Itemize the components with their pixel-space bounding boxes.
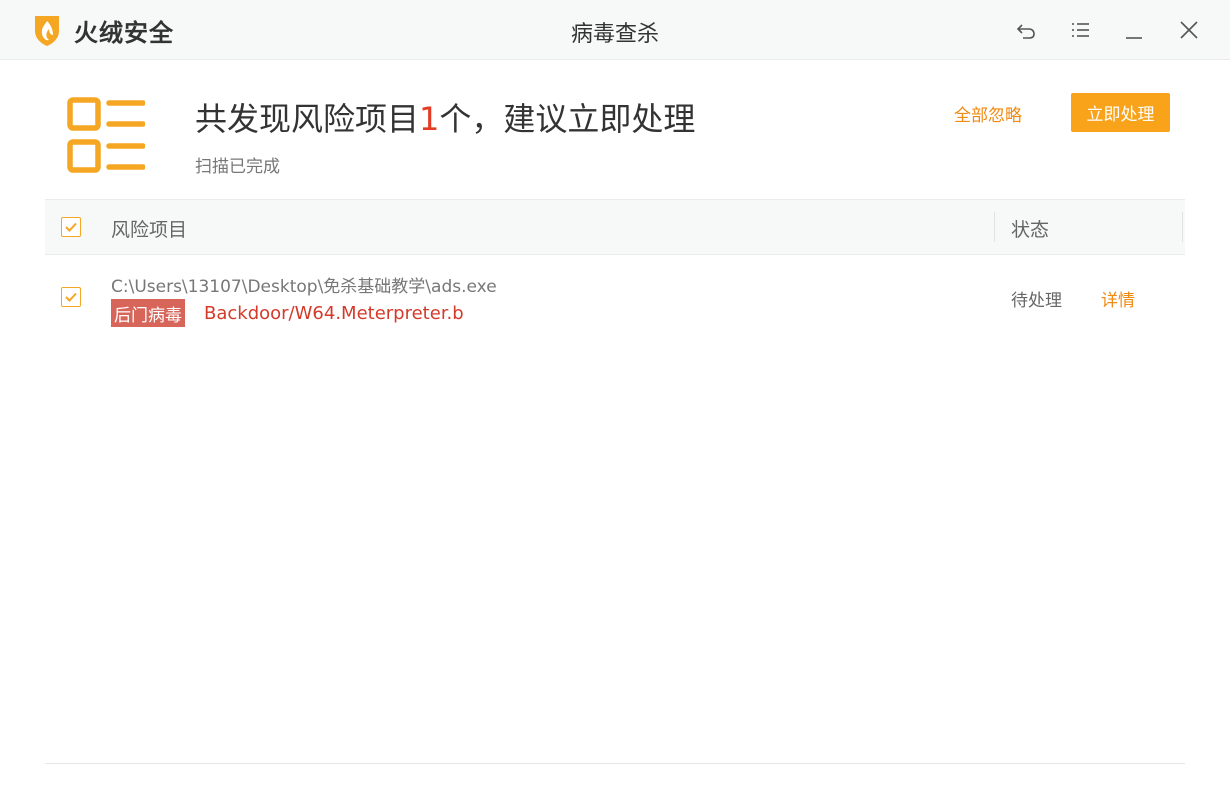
close-icon [1180,21,1198,39]
risk-list-icon [67,97,145,173]
threat-type-badge: 后门病毒 [111,299,185,327]
bottom-divider [45,763,1185,764]
check-icon [65,222,77,232]
scan-status: 扫描已完成 [195,157,280,177]
details-link[interactable]: 详情 [1101,286,1135,311]
close-button[interactable] [1175,16,1203,44]
menu-button[interactable] [1066,16,1094,44]
risk-count: 1 [419,100,440,138]
undo-arrow-icon [1016,24,1035,39]
check-icon [65,292,77,302]
summary-title-suffix: 个，建议立即处理 [439,100,696,138]
minimize-button[interactable] [1120,16,1148,44]
virus-name: Backdoor/W64.Meterpreter.b [204,303,464,324]
column-divider[interactable] [994,212,995,242]
minimize-icon [1126,37,1142,39]
process-now-button[interactable]: 立即处理 [1071,93,1170,132]
select-all-checkbox[interactable] [61,217,81,237]
row-status: 待处理 [1011,291,1062,311]
back-button[interactable] [1012,16,1040,44]
title-bar: 火绒安全 病毒查杀 [0,0,1230,60]
file-path: C:\Users\13107\Desktop\免杀基础教学\ads.exe [111,277,497,297]
ignore-all-link[interactable]: 全部忽略 [954,101,1022,126]
summary-title: 共发现风险项目1个，建议立即处理 [195,94,695,140]
row-checkbox[interactable] [61,287,81,307]
menu-icon [1072,23,1089,37]
column-header-risk: 风险项目 [111,219,188,241]
table-row: C:\Users\13107\Desktop\免杀基础教学\ads.exe 后门… [45,256,1185,336]
column-divider[interactable] [1182,212,1183,242]
table-header: 风险项目 状态 [45,199,1185,255]
summary-title-prefix: 共发现风险项目 [195,100,420,138]
column-header-status: 状态 [1011,219,1050,241]
window-title: 病毒查杀 [570,22,659,47]
